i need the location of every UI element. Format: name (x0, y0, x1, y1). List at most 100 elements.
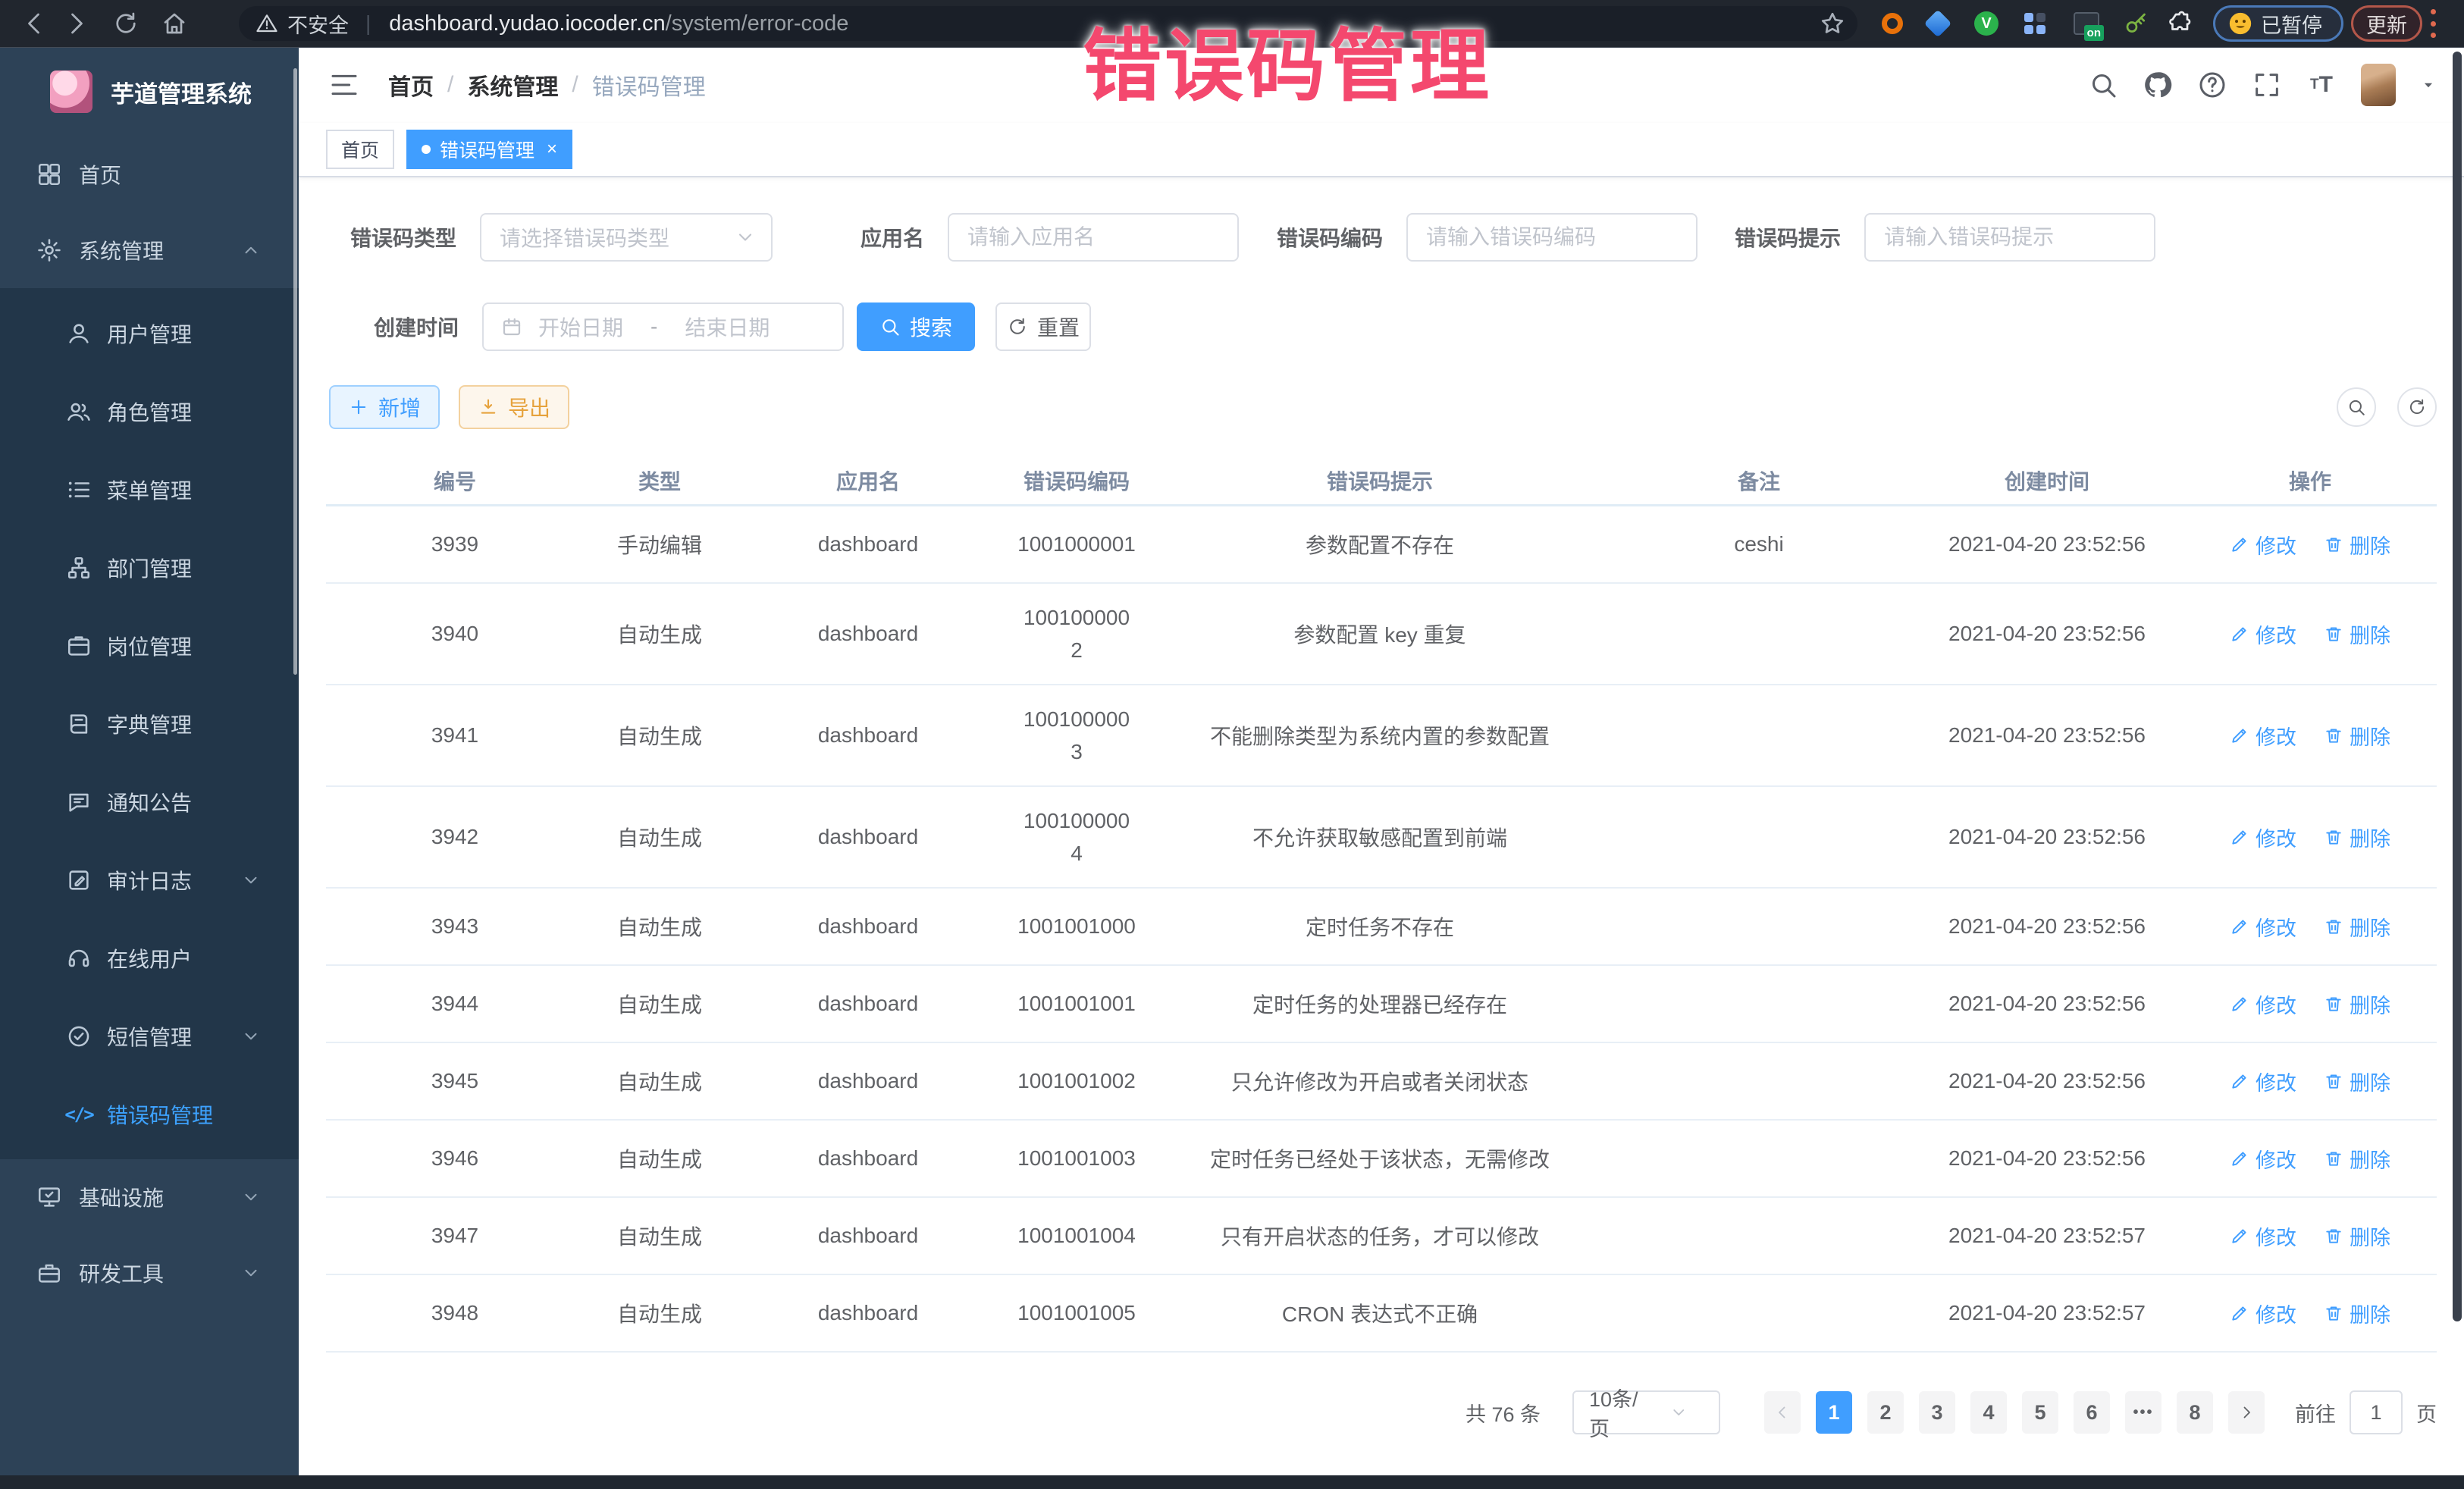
chevron-down-icon[interactable] (2420, 77, 2437, 93)
sidebar-item-9[interactable]: 审计日志 (0, 841, 299, 919)
column-header-5: 备注 (1607, 466, 1911, 496)
bookmark-star-icon[interactable] (1819, 10, 1846, 37)
delete-link[interactable]: 删除 (2324, 721, 2390, 751)
breadcrumb-item-1[interactable]: 系统管理 (467, 68, 558, 102)
app-name-input[interactable] (948, 213, 1239, 262)
edit-link[interactable]: 修改 (2230, 912, 2296, 942)
browser-update-button[interactable]: 更新 (2351, 5, 2422, 42)
page-scrollbar[interactable] (2453, 52, 2462, 1321)
sidebar-item-3[interactable]: 角色管理 (0, 372, 299, 450)
reset-button[interactable]: 重置 (995, 303, 1091, 351)
browser-menu-icon[interactable] (2431, 9, 2437, 38)
sidebar-submenu: 用户管理角色管理菜单管理部门管理岗位管理字典管理通知公告审计日志在线用户短信管理… (0, 288, 299, 1159)
prev-page-button[interactable] (1764, 1391, 1801, 1434)
sidebar-item-label: 审计日志 (107, 865, 192, 895)
sidebar-item-6[interactable]: 岗位管理 (0, 607, 299, 685)
delete-link[interactable]: 删除 (2324, 1144, 2390, 1174)
back-icon[interactable] (21, 10, 49, 37)
goto-page-input[interactable] (2350, 1390, 2403, 1434)
profile-paused-badge[interactable]: 已暂停 (2213, 5, 2343, 42)
page-button-6[interactable]: 6 (2074, 1391, 2110, 1434)
error-code-input[interactable] (1406, 213, 1698, 262)
page-size-select[interactable]: 10条/页 (1572, 1390, 1720, 1434)
delete-link[interactable]: 删除 (2324, 1299, 2390, 1328)
key-extension-icon[interactable] (2123, 10, 2150, 37)
infra-icon (36, 1184, 62, 1210)
sidebar-item-1[interactable]: 系统管理 (0, 212, 299, 288)
date-range-picker[interactable]: 开始日期 - 结束日期 (482, 303, 844, 351)
breadcrumb-item-0[interactable]: 首页 (388, 68, 434, 102)
add-button[interactable]: 新增 (329, 385, 440, 429)
app-logo[interactable]: 芋道管理系统 (0, 47, 299, 136)
table-row: 3946自动生成dashboard1001001003定时任务已经处于该状态，无… (326, 1121, 2437, 1198)
page-button-2[interactable]: 2 (1867, 1391, 1904, 1434)
home-icon[interactable] (161, 10, 188, 37)
export-button[interactable]: 导出 (459, 385, 569, 429)
sidebar-scrollbar[interactable] (293, 68, 297, 675)
search-button[interactable]: 搜索 (857, 303, 975, 351)
sidebar-item-4[interactable]: 菜单管理 (0, 450, 299, 528)
list-on-extension-icon[interactable]: on (2073, 10, 2100, 37)
user-avatar[interactable] (2361, 64, 2396, 106)
sidebar-item-7[interactable]: 字典管理 (0, 685, 299, 763)
page-button-1[interactable]: 1 (1816, 1391, 1852, 1434)
github-icon[interactable] (2143, 70, 2173, 100)
show-search-button[interactable] (2337, 387, 2376, 427)
reload-icon[interactable] (112, 10, 140, 37)
hamburger-icon[interactable] (329, 70, 359, 100)
edit-link[interactable]: 修改 (2230, 619, 2296, 649)
tag-0[interactable]: 首页 (326, 130, 394, 169)
delete-link[interactable]: 删除 (2324, 1221, 2390, 1251)
sidebar-item-14[interactable]: 研发工具 (0, 1235, 299, 1311)
pencil-icon (2230, 1071, 2249, 1091)
edit-link[interactable]: 修改 (2230, 721, 2296, 751)
delete-link[interactable]: 删除 (2324, 989, 2390, 1019)
error-message-input[interactable] (1864, 213, 2155, 262)
edit-link[interactable]: 修改 (2230, 1144, 2296, 1174)
page-button-8[interactable]: 8 (2177, 1391, 2213, 1434)
edit-link[interactable]: 修改 (2230, 989, 2296, 1019)
chevron-down-icon (241, 1263, 261, 1283)
edit-link[interactable]: 修改 (2230, 1221, 2296, 1251)
sidebar-item-11[interactable]: 短信管理 (0, 997, 299, 1075)
delete-link[interactable]: 删除 (2324, 619, 2390, 649)
help-icon[interactable] (2197, 70, 2227, 100)
forward-icon[interactable] (62, 10, 89, 37)
fullscreen-icon[interactable] (2252, 70, 2282, 100)
delete-link[interactable]: 删除 (2324, 823, 2390, 852)
cell-r3c6: 2021-04-20 23:52:56 (1911, 825, 2183, 849)
page-button-5[interactable]: 5 (2022, 1391, 2058, 1434)
sidebar-item-8[interactable]: 通知公告 (0, 763, 299, 841)
more-pages-button[interactable]: ••• (2125, 1391, 2161, 1434)
delete-link[interactable]: 删除 (2324, 912, 2390, 942)
close-icon[interactable]: × (547, 139, 557, 160)
edit-link[interactable]: 修改 (2230, 1067, 2296, 1096)
edit-link[interactable]: 修改 (2230, 530, 2296, 560)
address-bar[interactable]: 不安全 | dashboard.yudao.iocoder.cn/system/… (239, 6, 1857, 41)
logo-image (50, 71, 92, 113)
puzzle-extension-icon[interactable] (2167, 10, 2194, 37)
cell-r1c1: 自动生成 (584, 619, 735, 649)
error-type-select[interactable]: 请选择错误码类型 (480, 213, 773, 262)
sidebar-item-10[interactable]: 在线用户 (0, 919, 299, 997)
page-button-3[interactable]: 3 (1919, 1391, 1955, 1434)
sidebar-item-0[interactable]: 首页 (0, 136, 299, 212)
grid-extension-icon[interactable] (2021, 10, 2049, 37)
delete-link[interactable]: 删除 (2324, 1067, 2390, 1096)
edit-link[interactable]: 修改 (2230, 823, 2296, 852)
blue-gem-extension-icon[interactable] (1924, 10, 1951, 37)
next-page-button[interactable] (2228, 1391, 2265, 1434)
refresh-table-button[interactable] (2397, 387, 2437, 427)
font-size-icon[interactable]: TT (2306, 70, 2337, 100)
search-icon[interactable] (2088, 70, 2118, 100)
orange-extension-icon[interactable] (1879, 10, 1906, 37)
tag-1[interactable]: 错误码管理× (406, 130, 572, 169)
sidebar-item-12[interactable]: </>错误码管理 (0, 1075, 299, 1153)
page-button-4[interactable]: 4 (1970, 1391, 2007, 1434)
edit-link[interactable]: 修改 (2230, 1299, 2296, 1328)
green-v-extension-icon[interactable]: V (1973, 10, 2000, 37)
sidebar-item-13[interactable]: 基础设施 (0, 1159, 299, 1235)
delete-link[interactable]: 删除 (2324, 530, 2390, 560)
sidebar-item-2[interactable]: 用户管理 (0, 294, 299, 372)
sidebar-item-5[interactable]: 部门管理 (0, 528, 299, 607)
